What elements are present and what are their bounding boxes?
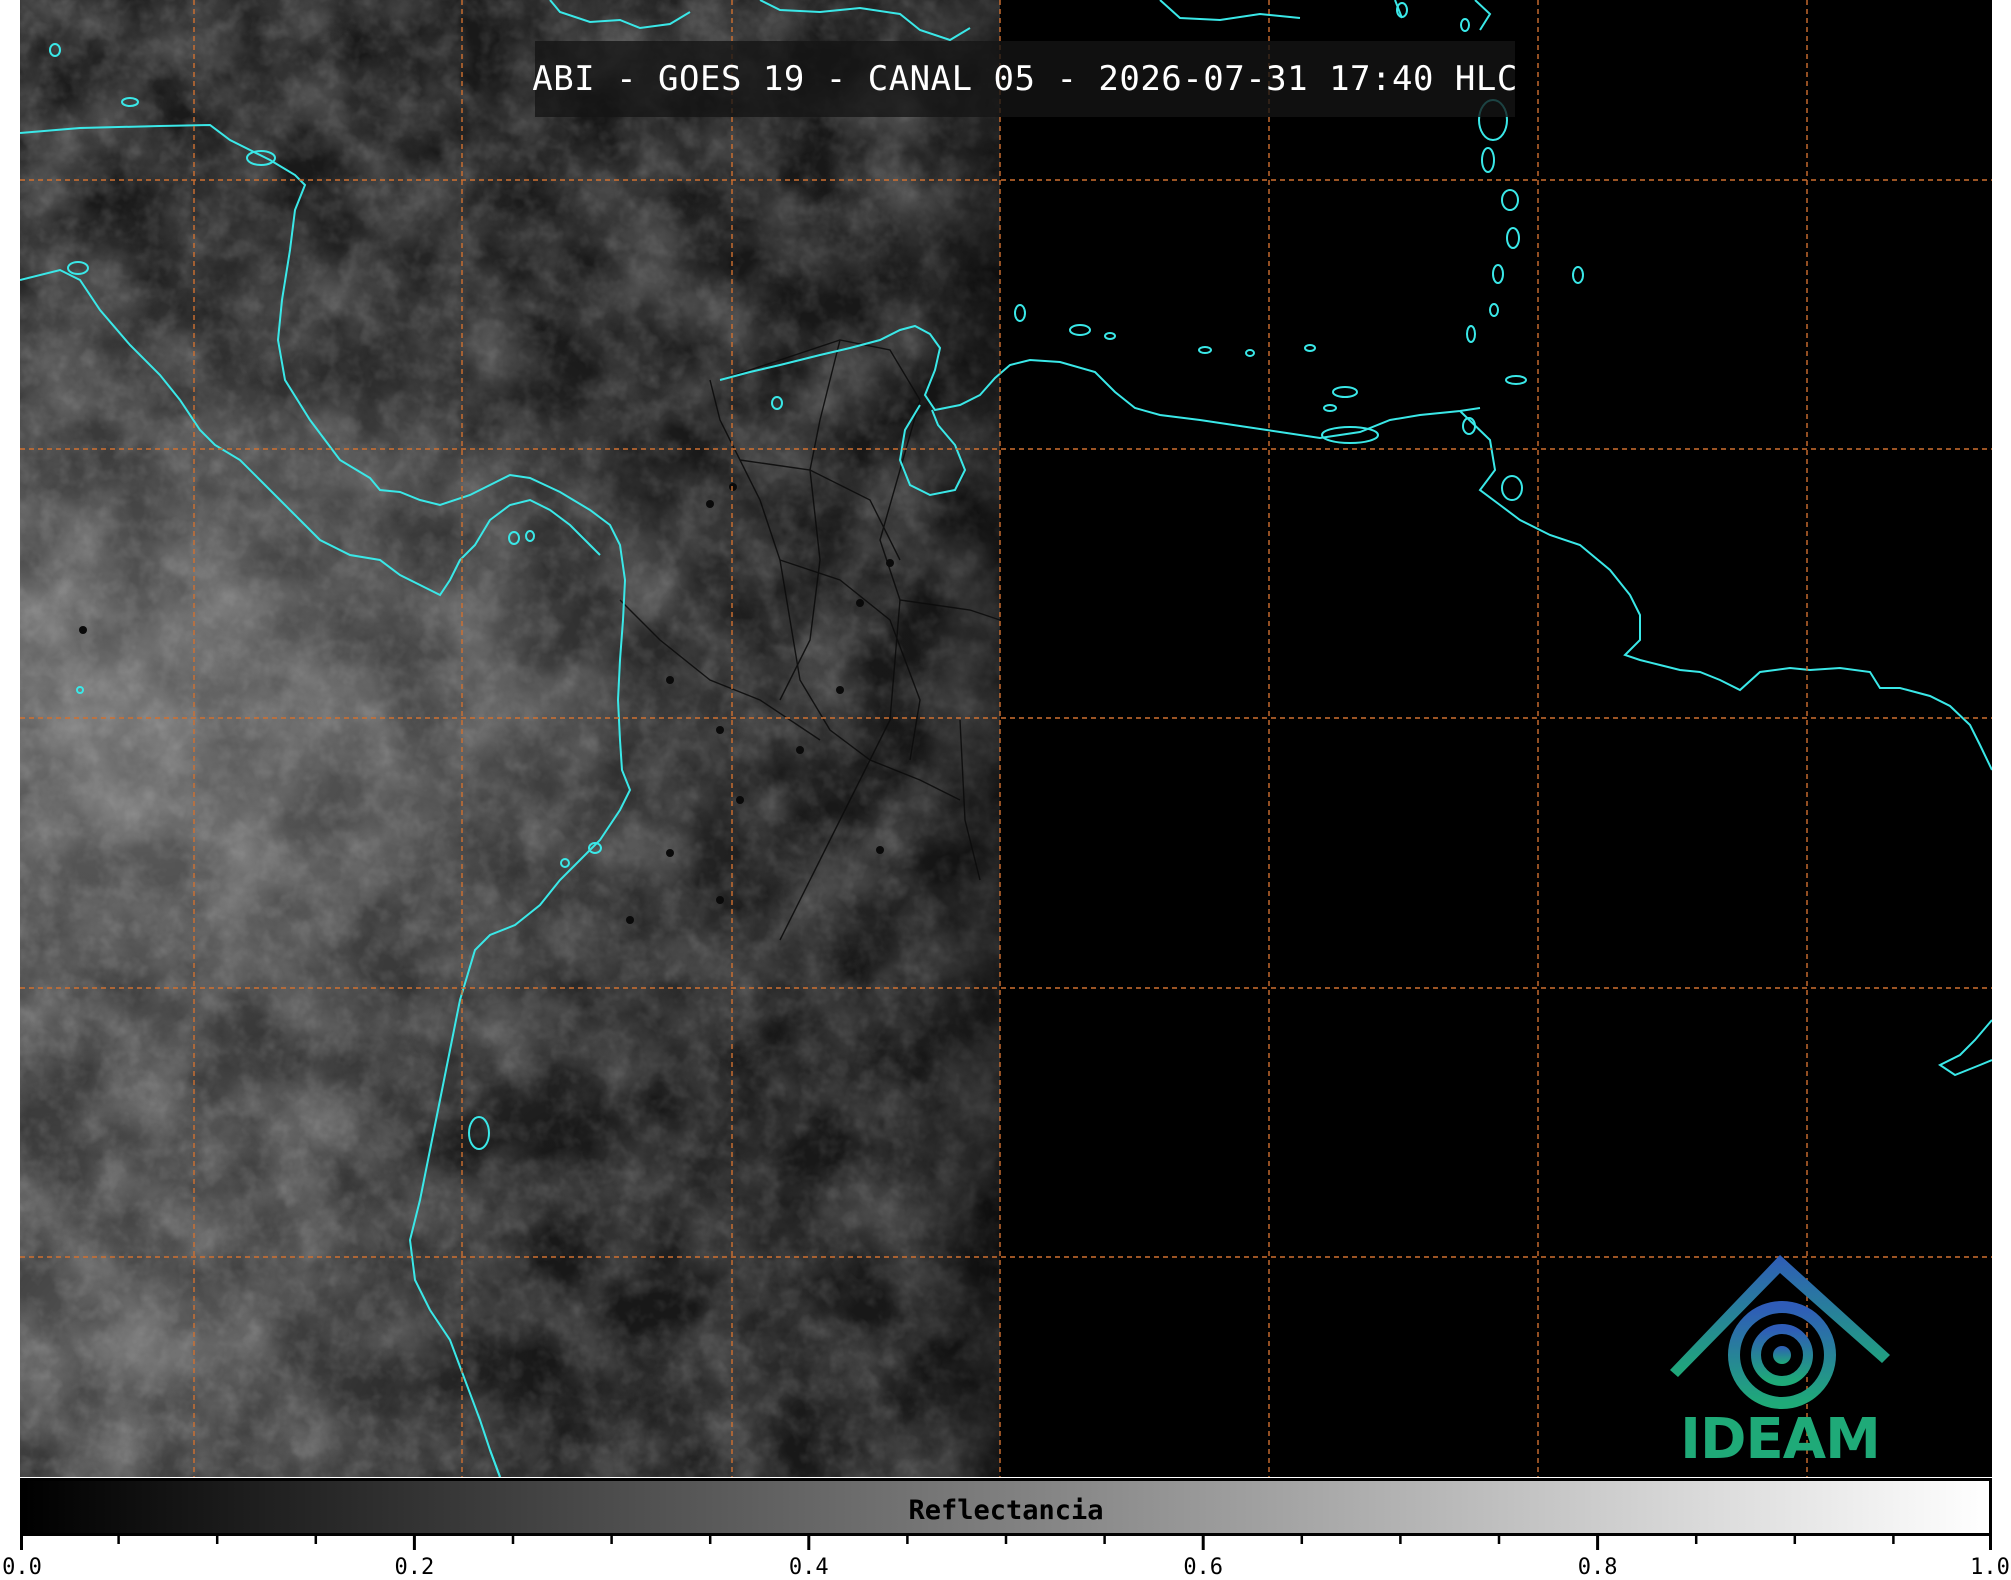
ideam-logo-icon [1670, 1255, 1890, 1409]
colorbar-ticks [20, 1536, 1992, 1550]
colorbar: Reflectancia [20, 1478, 1992, 1536]
tick-label: 0.8 [1577, 1555, 1618, 1580]
satellite-map[interactable]: ABI - GOES 19 - CANAL 05 - 2026-07-31 17… [20, 0, 1992, 1477]
tick-label: 0.2 [394, 1555, 435, 1580]
ideam-logo: IDEAM [1660, 1255, 1900, 1472]
logo-text: IDEAM [1680, 1407, 1881, 1472]
page-title: ABI - GOES 19 - CANAL 05 - 2026-07-31 17… [532, 59, 1518, 99]
colorbar-label: Reflectancia [908, 1495, 1104, 1526]
tick-label: 0.0 [2, 1555, 42, 1580]
tick-label: 0.6 [1183, 1555, 1224, 1580]
tick-label: 1.0 [1970, 1555, 2010, 1580]
tick-label: 0.4 [788, 1555, 829, 1580]
title-box: ABI - GOES 19 - CANAL 05 - 2026-07-31 17… [532, 41, 1518, 117]
